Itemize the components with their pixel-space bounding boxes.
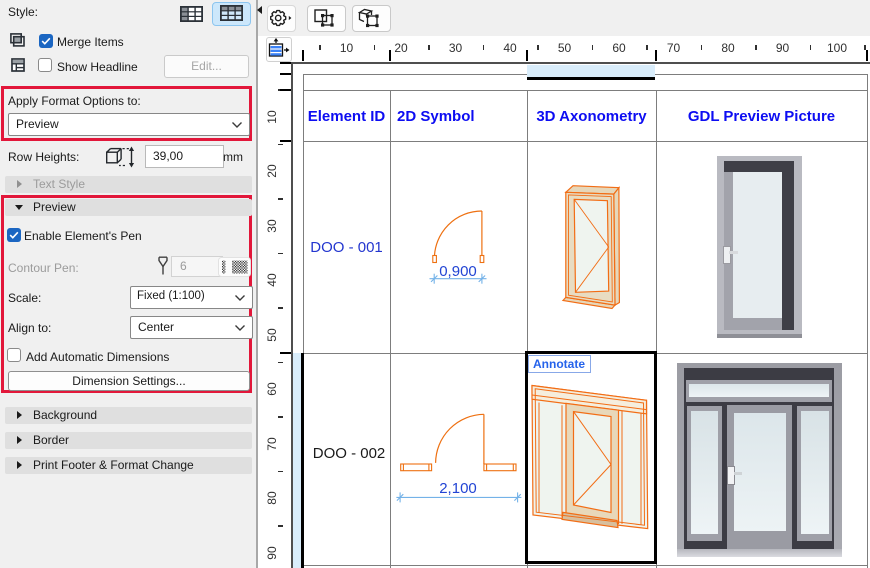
- svg-text:2,100: 2,100: [439, 480, 477, 497]
- svg-text:0,900: 0,900: [439, 263, 477, 280]
